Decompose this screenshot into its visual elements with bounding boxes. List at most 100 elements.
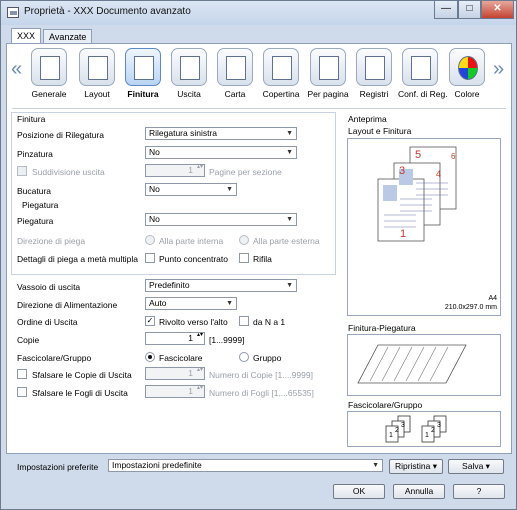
ok-button[interactable]: OK	[333, 484, 385, 499]
group-radio[interactable]	[239, 352, 249, 362]
n-to-1-checkbox[interactable]	[239, 316, 249, 326]
svg-text:1: 1	[425, 432, 429, 439]
fold-preview-title: Finitura-Piegatura	[348, 323, 416, 333]
concentrated-point-label: Punto concentrato	[159, 254, 228, 264]
ribbon-item-generale[interactable]: Generale	[27, 46, 71, 104]
ribbon-item-finitura[interactable]: Finitura	[121, 46, 165, 104]
collate-radio[interactable]	[145, 352, 155, 362]
tab-xxx[interactable]: XXX	[11, 28, 42, 44]
ribbon-separator	[12, 108, 506, 109]
group-option-label: Gruppo	[253, 353, 282, 363]
split-output-stepper[interactable]: 1	[145, 164, 205, 177]
n-to-1-label: da N a 1	[253, 317, 286, 327]
page-number-5: 5	[415, 149, 421, 161]
fold-outside-radio[interactable]	[239, 235, 249, 245]
preview-heading: Anteprima	[348, 114, 387, 124]
color-icon	[449, 48, 485, 86]
svg-text:2: 2	[395, 427, 399, 434]
close-button[interactable]: ✕	[481, 1, 514, 19]
split-output-unit: Pagine per sezione	[209, 167, 282, 177]
layout-preview-title: Layout e Finitura	[348, 126, 412, 136]
binding-label: Posizione di Rilegatura	[17, 130, 104, 140]
window-title: Proprietà - XXX Documento avanzato	[24, 6, 191, 17]
order-label: Ordine di Uscita	[17, 317, 78, 327]
minimize-button[interactable]: —	[434, 1, 458, 19]
svg-text:2: 2	[431, 427, 435, 434]
half-fold-label: Dettagli di piega a metà multipla	[17, 254, 138, 264]
ribbon-item-conf-reg[interactable]: Conf. di Reg.	[398, 46, 448, 104]
register-config-icon	[402, 48, 438, 86]
finishing-icon	[125, 48, 161, 86]
tray-select[interactable]: Predefinito	[145, 279, 297, 292]
face-up-checkbox[interactable]: ✓	[145, 316, 155, 326]
cancel-button[interactable]: Annulla	[393, 484, 445, 499]
registers-icon	[356, 48, 392, 86]
offset-sheets-stepper[interactable]: 1	[145, 385, 205, 398]
page-number-3: 3	[399, 165, 405, 177]
ribbon-item-colore[interactable]: Colore	[445, 46, 489, 104]
staple-select[interactable]: No	[145, 146, 297, 159]
binding-select[interactable]: Rilegatura sinistra	[145, 127, 297, 140]
paper-dims-label: 210.0x297.0 mm	[444, 304, 497, 311]
punch-label: Bucatura	[17, 186, 52, 196]
split-output-checkbox[interactable]	[17, 166, 27, 176]
title-bar: Proprietà - XXX Documento avanzato — □ ✕	[1, 1, 516, 25]
offset-sheets-unit: Numero di Fogli [1....65535]	[209, 388, 314, 398]
maximize-button[interactable]: □	[458, 1, 481, 19]
fold-outside-label: Alla parte esterna	[253, 236, 320, 246]
ribbon-item-layout[interactable]: Layout	[75, 46, 119, 104]
fold-select[interactable]: No	[145, 213, 297, 226]
copies-stepper[interactable]: 1	[145, 332, 205, 345]
help-button[interactable]: ?	[453, 484, 505, 499]
collate-preview: 123 123	[347, 411, 501, 447]
staple-label: Pinzatura	[17, 149, 53, 159]
folding-heading: Piegatura	[22, 200, 59, 210]
collate-stacks-icon: 123 123	[385, 415, 447, 443]
ribbon-item-per-pagina[interactable]: Per pagina	[306, 46, 350, 104]
save-button[interactable]: Salva ▾	[448, 459, 504, 474]
per-page-icon	[310, 48, 346, 86]
layout-preview: 5 3 1 4 6 A4 210.0x297.0 mm	[347, 138, 501, 316]
split-output-label: Suddivisione uscita	[32, 167, 105, 177]
preferences-label: Impostazioni preferite	[17, 462, 99, 472]
ribbon-item-registri[interactable]: Registri	[352, 46, 396, 104]
ribbon-item-copertina[interactable]: Copertina	[259, 46, 303, 104]
ribbon-item-uscita[interactable]: Uscita	[167, 46, 211, 104]
layout-icon	[79, 48, 115, 86]
offset-sheets-checkbox[interactable]	[17, 387, 27, 397]
feed-select[interactable]: Auto	[145, 297, 237, 310]
feed-label: Direzione di Alimentazione	[17, 300, 118, 310]
concentrated-point-checkbox[interactable]	[145, 253, 155, 263]
collate-preview-title: Fascicolare/Gruppo	[348, 400, 423, 410]
trim-label: Rifila	[253, 254, 272, 264]
page-number-4: 4	[436, 169, 441, 179]
fold-inside-radio[interactable]	[145, 235, 155, 245]
scroll-right-icon[interactable]: »	[493, 58, 504, 81]
restore-button[interactable]: Ripristina ▾	[389, 459, 443, 474]
collate-option-label: Fascicolare	[159, 353, 203, 363]
offset-copies-label: Sfalsare le Copie di Uscita	[32, 370, 132, 380]
punch-select[interactable]: No	[145, 183, 237, 196]
scroll-left-icon[interactable]: «	[11, 58, 22, 81]
fold-inside-label: Alla parte interna	[159, 236, 224, 246]
offset-copies-unit: Numero di Copie [1....9999]	[209, 370, 313, 380]
fold-sheet-icon	[357, 344, 467, 384]
svg-text:3: 3	[437, 422, 441, 429]
svg-text:1: 1	[389, 432, 393, 439]
copies-label: Copie	[17, 335, 40, 345]
general-icon	[31, 48, 67, 86]
finishing-heading: Finitura	[17, 114, 46, 124]
preferences-select[interactable]: Impostazioni predefinite	[108, 459, 383, 472]
offset-copies-stepper[interactable]: 1	[145, 367, 205, 380]
face-up-label: Rivolto verso l'alto	[159, 317, 228, 327]
stapled-pages-illustration: 5 3 1 4 6	[377, 146, 457, 242]
fold-direction-label: Direzione di piega	[17, 236, 86, 246]
svg-text:3: 3	[401, 422, 405, 429]
fold-preview	[347, 334, 501, 396]
offset-copies-checkbox[interactable]	[17, 369, 27, 379]
ribbon-item-carta[interactable]: Carta	[213, 46, 257, 104]
properties-window: Proprietà - XXX Documento avanzato — □ ✕…	[0, 0, 517, 510]
tab-avanzate[interactable]: Avanzate	[43, 29, 93, 44]
tab-panel: « Generale Layout Finitura Uscita Carta …	[6, 43, 512, 454]
trim-checkbox[interactable]	[239, 253, 249, 263]
